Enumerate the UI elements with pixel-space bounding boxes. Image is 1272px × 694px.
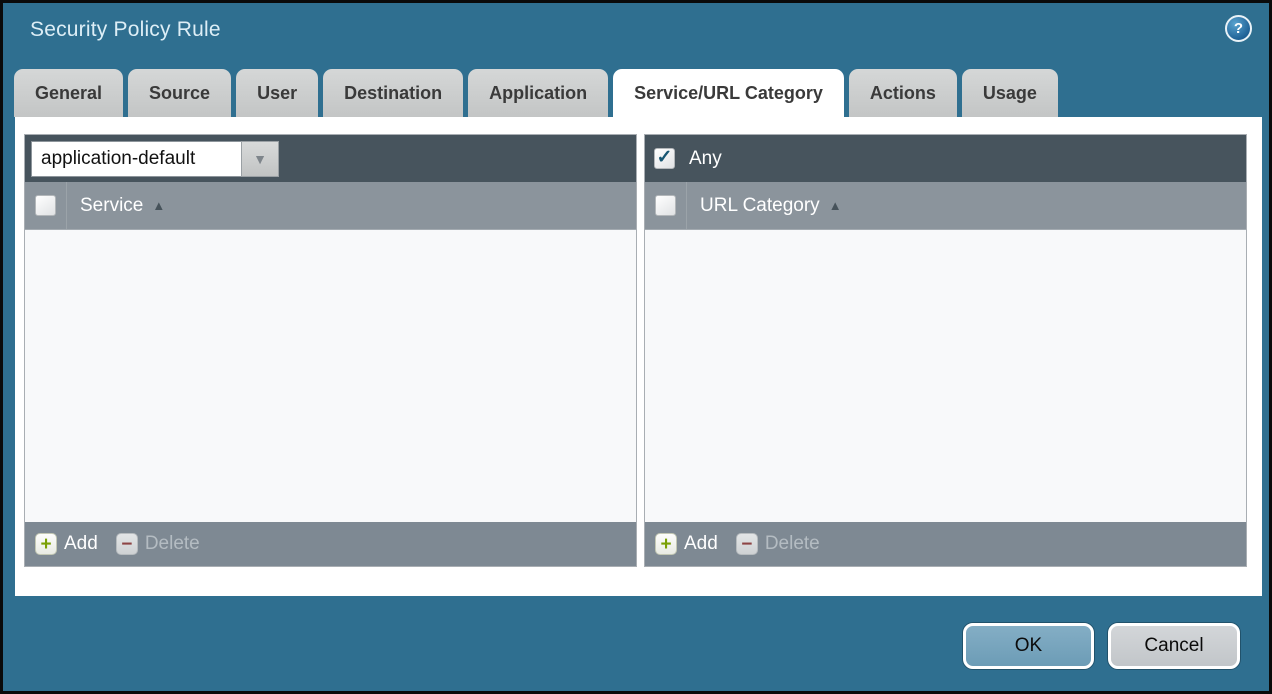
dialog-button-row: OK Cancel <box>963 623 1240 669</box>
url-category-delete-button[interactable]: − Delete <box>736 533 820 555</box>
url-category-list <box>645 230 1246 522</box>
cancel-button[interactable]: Cancel <box>1108 623 1240 669</box>
tab-general[interactable]: General <box>14 69 123 117</box>
url-category-add-button[interactable]: + Add <box>655 533 718 555</box>
delete-icon: − <box>736 533 758 555</box>
help-icon[interactable]: ? <box>1225 15 1252 42</box>
service-select-all-checkbox[interactable] <box>35 195 56 216</box>
chevron-down-icon[interactable]: ▼ <box>241 141 279 177</box>
add-icon: + <box>35 533 57 555</box>
service-column-label: Service <box>80 195 143 217</box>
add-label: Add <box>64 533 98 555</box>
sort-asc-icon: ▲ <box>152 198 165 213</box>
add-icon: + <box>655 533 677 555</box>
checkmark-icon: ✓ <box>657 148 673 167</box>
tab-user[interactable]: User <box>236 69 318 117</box>
tab-service-url-category[interactable]: Service/URL Category <box>613 69 844 117</box>
delete-icon: − <box>116 533 138 555</box>
service-header-row: Service ▲ <box>25 182 636 230</box>
service-panel: ▼ Service ▲ + Add − De <box>24 134 637 567</box>
service-type-input[interactable] <box>31 141 241 177</box>
delete-label: Delete <box>145 533 200 555</box>
sort-asc-icon: ▲ <box>829 198 842 213</box>
url-category-panel: ✓ Any URL Category ▲ + Add <box>644 134 1247 567</box>
delete-label: Delete <box>765 533 820 555</box>
service-toolbar: ▼ <box>25 135 636 182</box>
tab-application[interactable]: Application <box>468 69 608 117</box>
add-label: Add <box>684 533 718 555</box>
any-label: Any <box>689 148 722 170</box>
url-category-footer: + Add − Delete <box>645 522 1246 566</box>
dialog-title: Security Policy Rule <box>30 18 221 42</box>
url-category-column-header[interactable]: URL Category ▲ <box>687 195 842 217</box>
service-list <box>25 230 636 522</box>
tab-content-area: ▼ Service ▲ + Add − De <box>15 117 1262 596</box>
service-column-header[interactable]: Service ▲ <box>67 195 165 217</box>
url-category-toolbar: ✓ Any <box>645 135 1246 182</box>
url-category-select-all-checkbox[interactable] <box>655 195 676 216</box>
service-select-all-cell <box>25 182 67 229</box>
service-footer: + Add − Delete <box>25 522 636 566</box>
tab-destination[interactable]: Destination <box>323 69 463 117</box>
tab-bar: General Source User Destination Applicat… <box>14 69 1058 117</box>
url-category-header-row: URL Category ▲ <box>645 182 1246 230</box>
service-type-dropdown: ▼ <box>31 141 279 177</box>
url-category-select-all-cell <box>645 182 687 229</box>
service-delete-button[interactable]: − Delete <box>116 533 200 555</box>
url-category-column-label: URL Category <box>700 195 820 217</box>
any-row: ✓ Any <box>651 148 722 170</box>
tab-actions[interactable]: Actions <box>849 69 957 117</box>
tab-source[interactable]: Source <box>128 69 231 117</box>
any-checkbox[interactable]: ✓ <box>654 148 675 169</box>
ok-button[interactable]: OK <box>963 623 1094 669</box>
tab-usage[interactable]: Usage <box>962 69 1058 117</box>
security-policy-rule-dialog: Security Policy Rule ? General Source Us… <box>0 0 1272 694</box>
service-add-button[interactable]: + Add <box>35 533 98 555</box>
